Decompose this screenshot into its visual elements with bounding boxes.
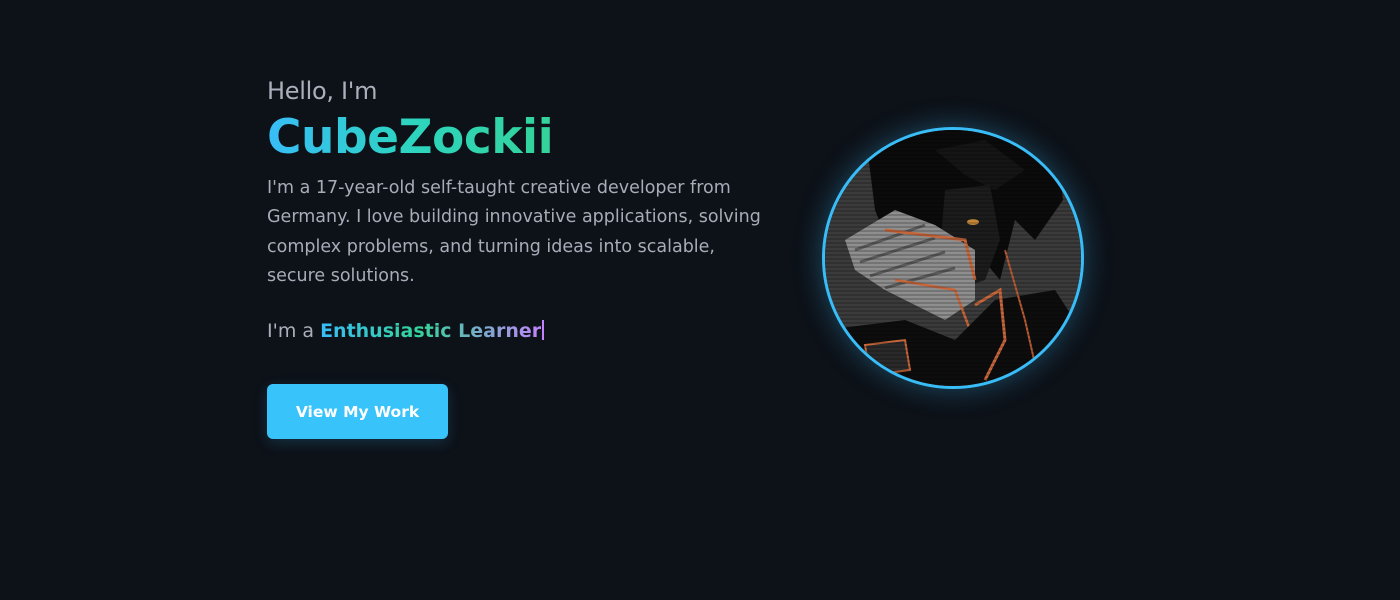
typed-role-word: Enthusiastic Learner [320,320,542,343]
typed-role-line: I'm a Enthusiastic Learner [267,317,787,345]
greeting-text: Hello, I'm [267,77,378,105]
bio-text: I'm a 17-year-old self-taught creative d… [267,178,761,286]
hero-section: Hello, I'm CubeZockii I'm a 17-year-old … [0,0,1400,600]
anime-character-avatar-icon [825,130,1081,386]
view-my-work-button[interactable]: View My Work [267,384,448,439]
hero-text: Hello, I'm CubeZockii I'm a 17-year-old … [267,74,787,345]
hero-name: CubeZockii [267,110,554,165]
avatar [822,127,1084,389]
typing-cursor [542,320,545,341]
typed-prefix: I'm a [267,320,321,343]
